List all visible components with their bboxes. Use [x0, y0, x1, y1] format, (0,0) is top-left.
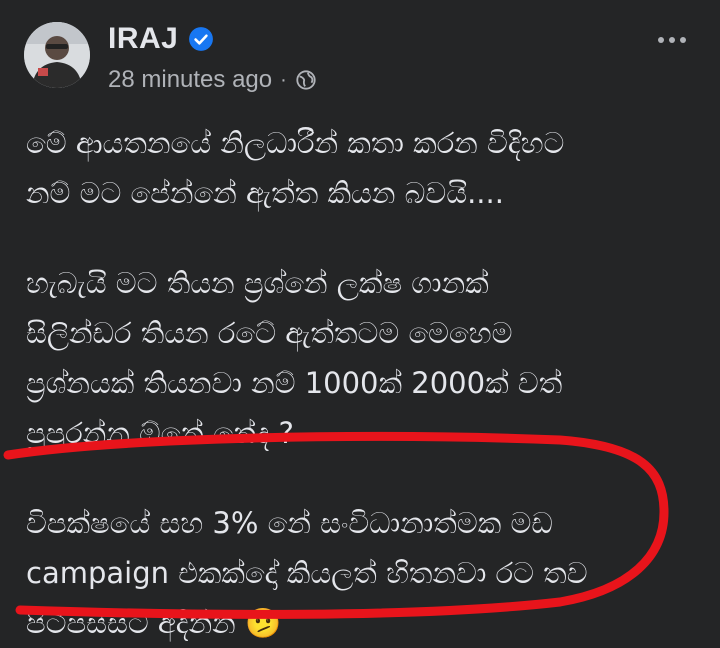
post-timestamp[interactable]: 28 minutes ago — [108, 66, 272, 94]
meta-separator: · — [280, 68, 287, 91]
more-dot — [658, 37, 664, 43]
post-meta: 28 minutes ago · — [108, 66, 317, 94]
more-dot — [669, 37, 675, 43]
more-dot — [680, 37, 686, 43]
post-body: මේ ආයතනයේ නිලධාරීන් කතා කරන විදිහට නම් ම… — [26, 118, 706, 648]
avatar-photo — [24, 22, 90, 88]
post-paragraph-1: මේ ආයතනයේ නිලධාරීන් කතා කරන විදිහට නම් ම… — [26, 126, 565, 210]
globe-icon — [296, 70, 316, 90]
author-name[interactable]: IRAJ — [108, 22, 178, 56]
facebook-post: IRAJ 28 minutes ago · මේ ආයතනයේ නිලධාරීන… — [0, 0, 720, 640]
post-paragraph-3: විපක්ෂයේ සහ 3% නේ සංවිධානාත්මක මඩ campai… — [26, 506, 588, 640]
more-options-button[interactable] — [652, 26, 692, 54]
verified-badge-icon — [189, 27, 214, 51]
author-avatar[interactable] — [24, 22, 90, 88]
post-paragraph-2: හැබැයි මට තියන ප්‍රශ්නේ ලක්ෂ ගානක් සිලින… — [26, 266, 563, 450]
author-row: IRAJ — [108, 22, 214, 56]
